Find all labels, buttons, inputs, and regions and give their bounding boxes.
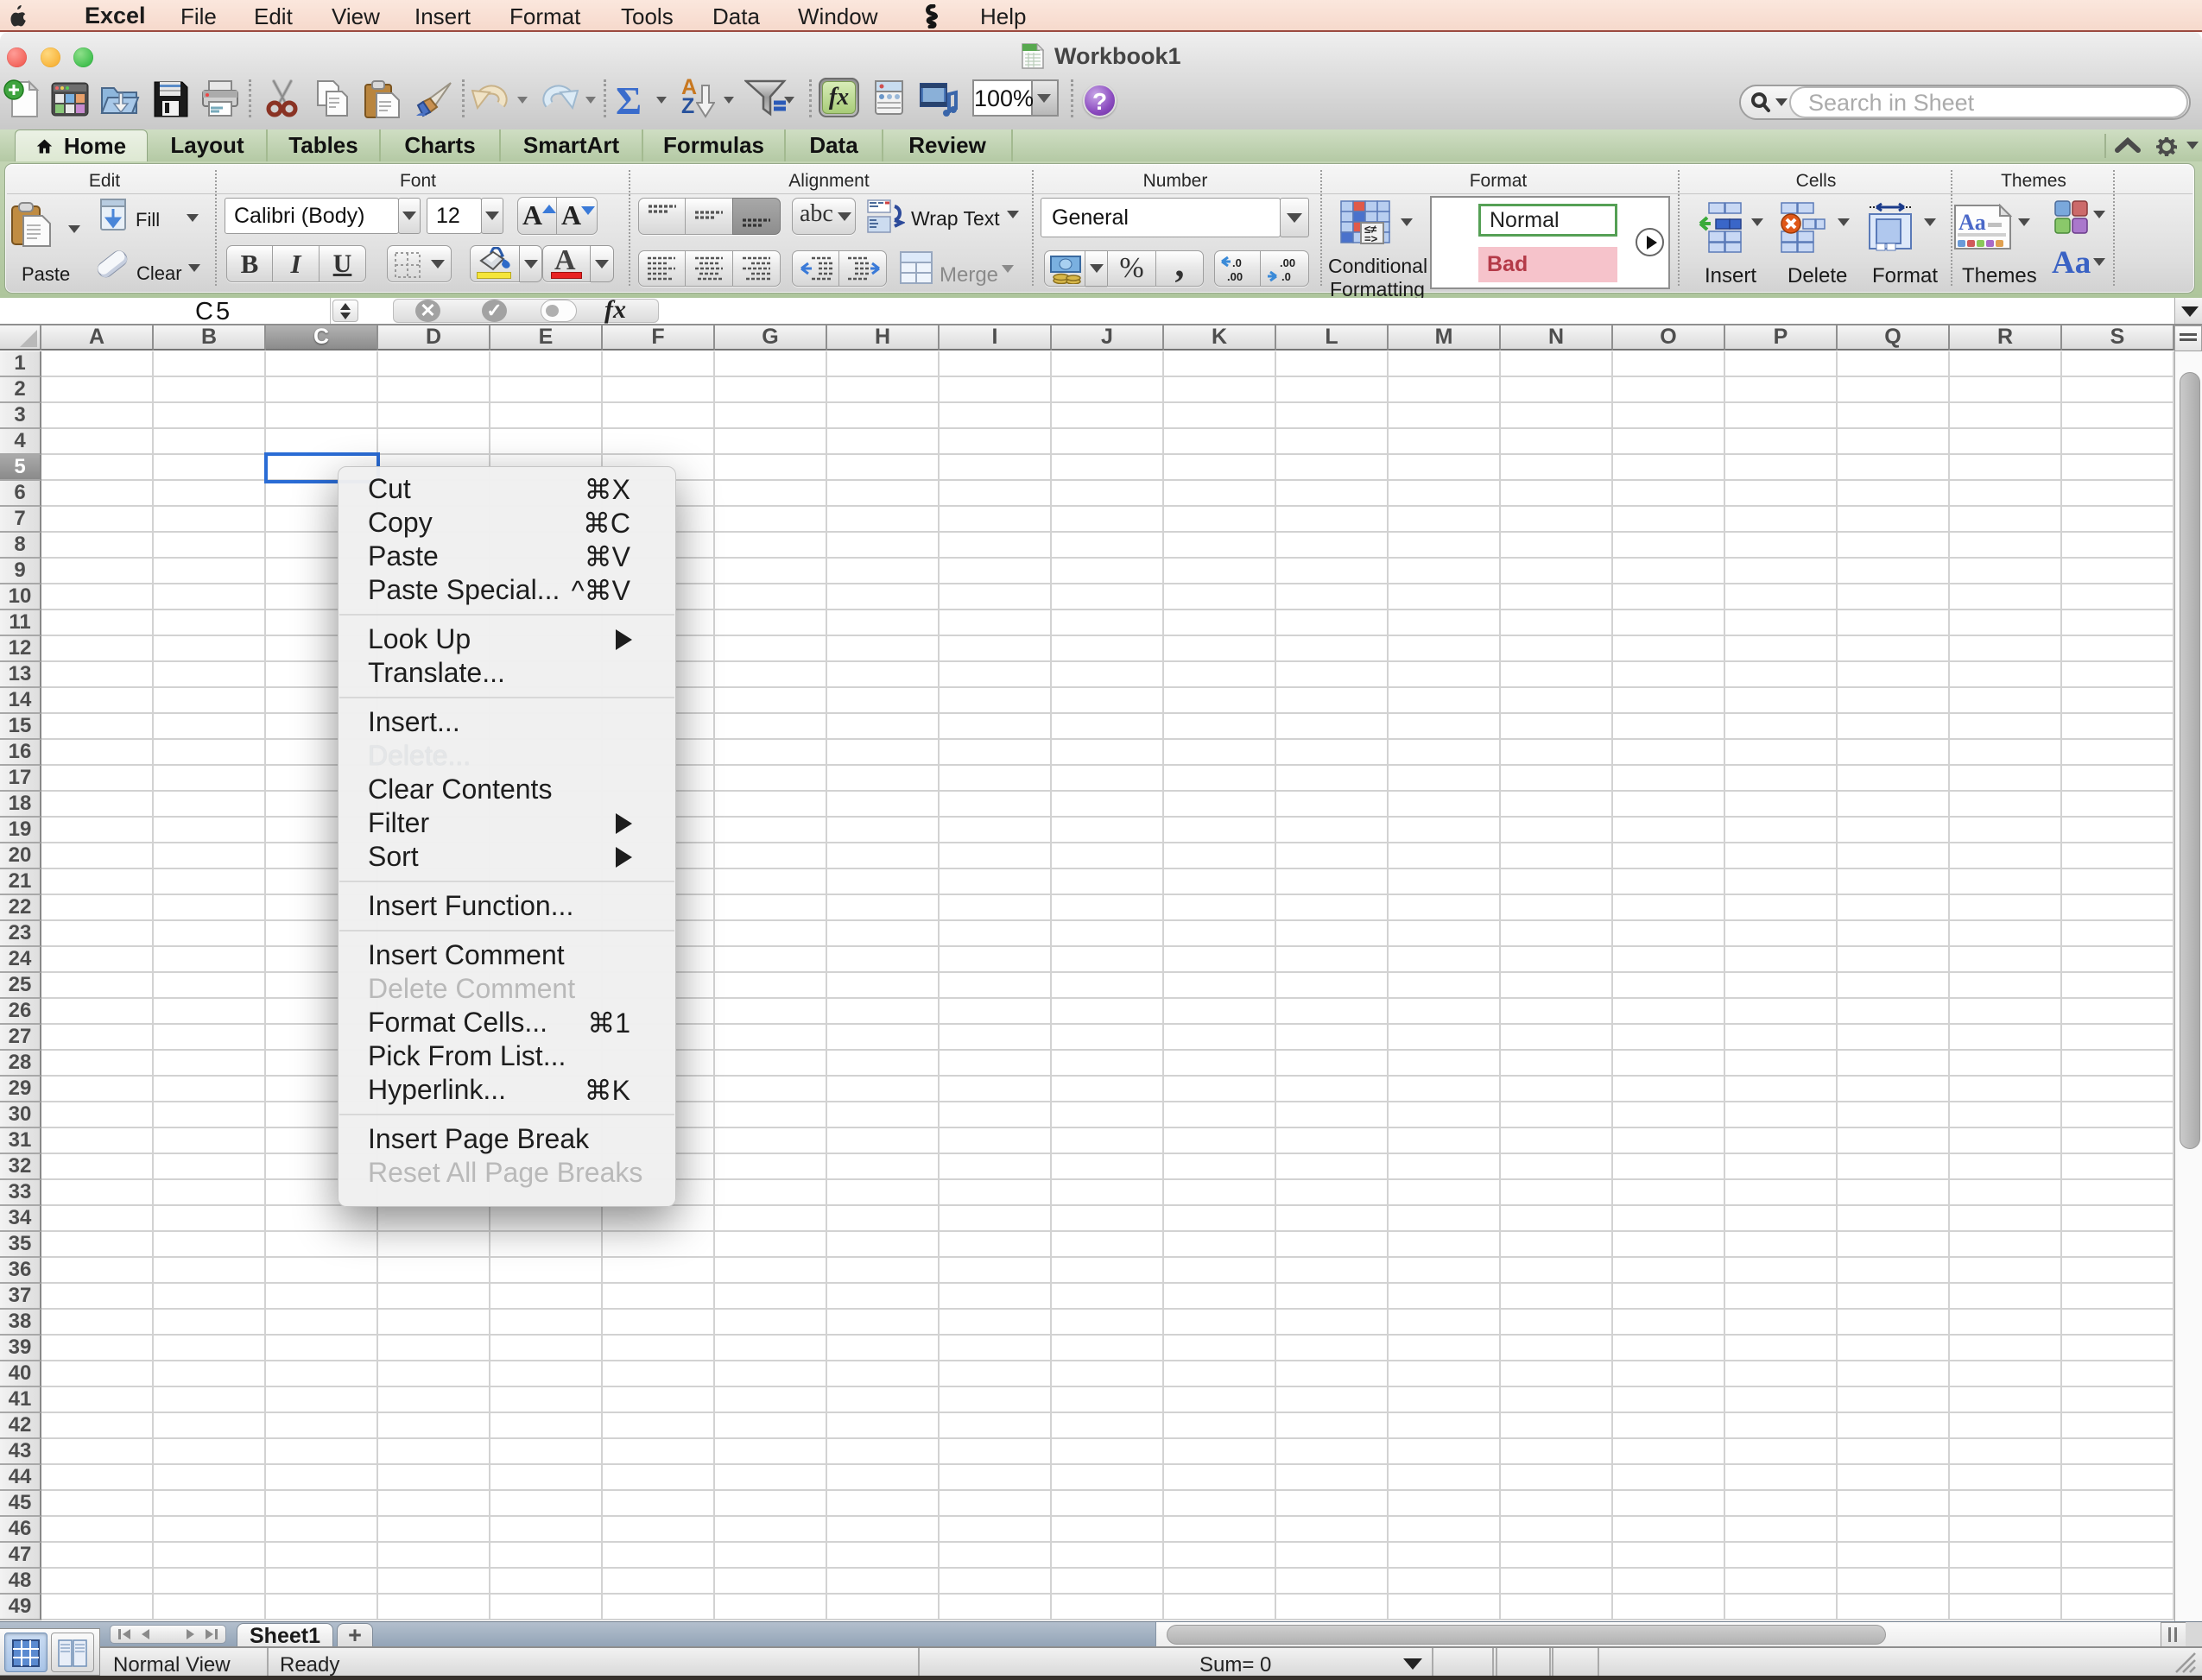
svg-text:.0: .0 [1281, 270, 1291, 283]
svg-text:Aa: Aa [1958, 210, 1986, 235]
svg-text:=>: => [1364, 232, 1378, 245]
svg-text:.00: .00 [1227, 270, 1243, 283]
svg-text:.0: .0 [1232, 256, 1242, 269]
svg-text:.00: .00 [1280, 256, 1295, 269]
